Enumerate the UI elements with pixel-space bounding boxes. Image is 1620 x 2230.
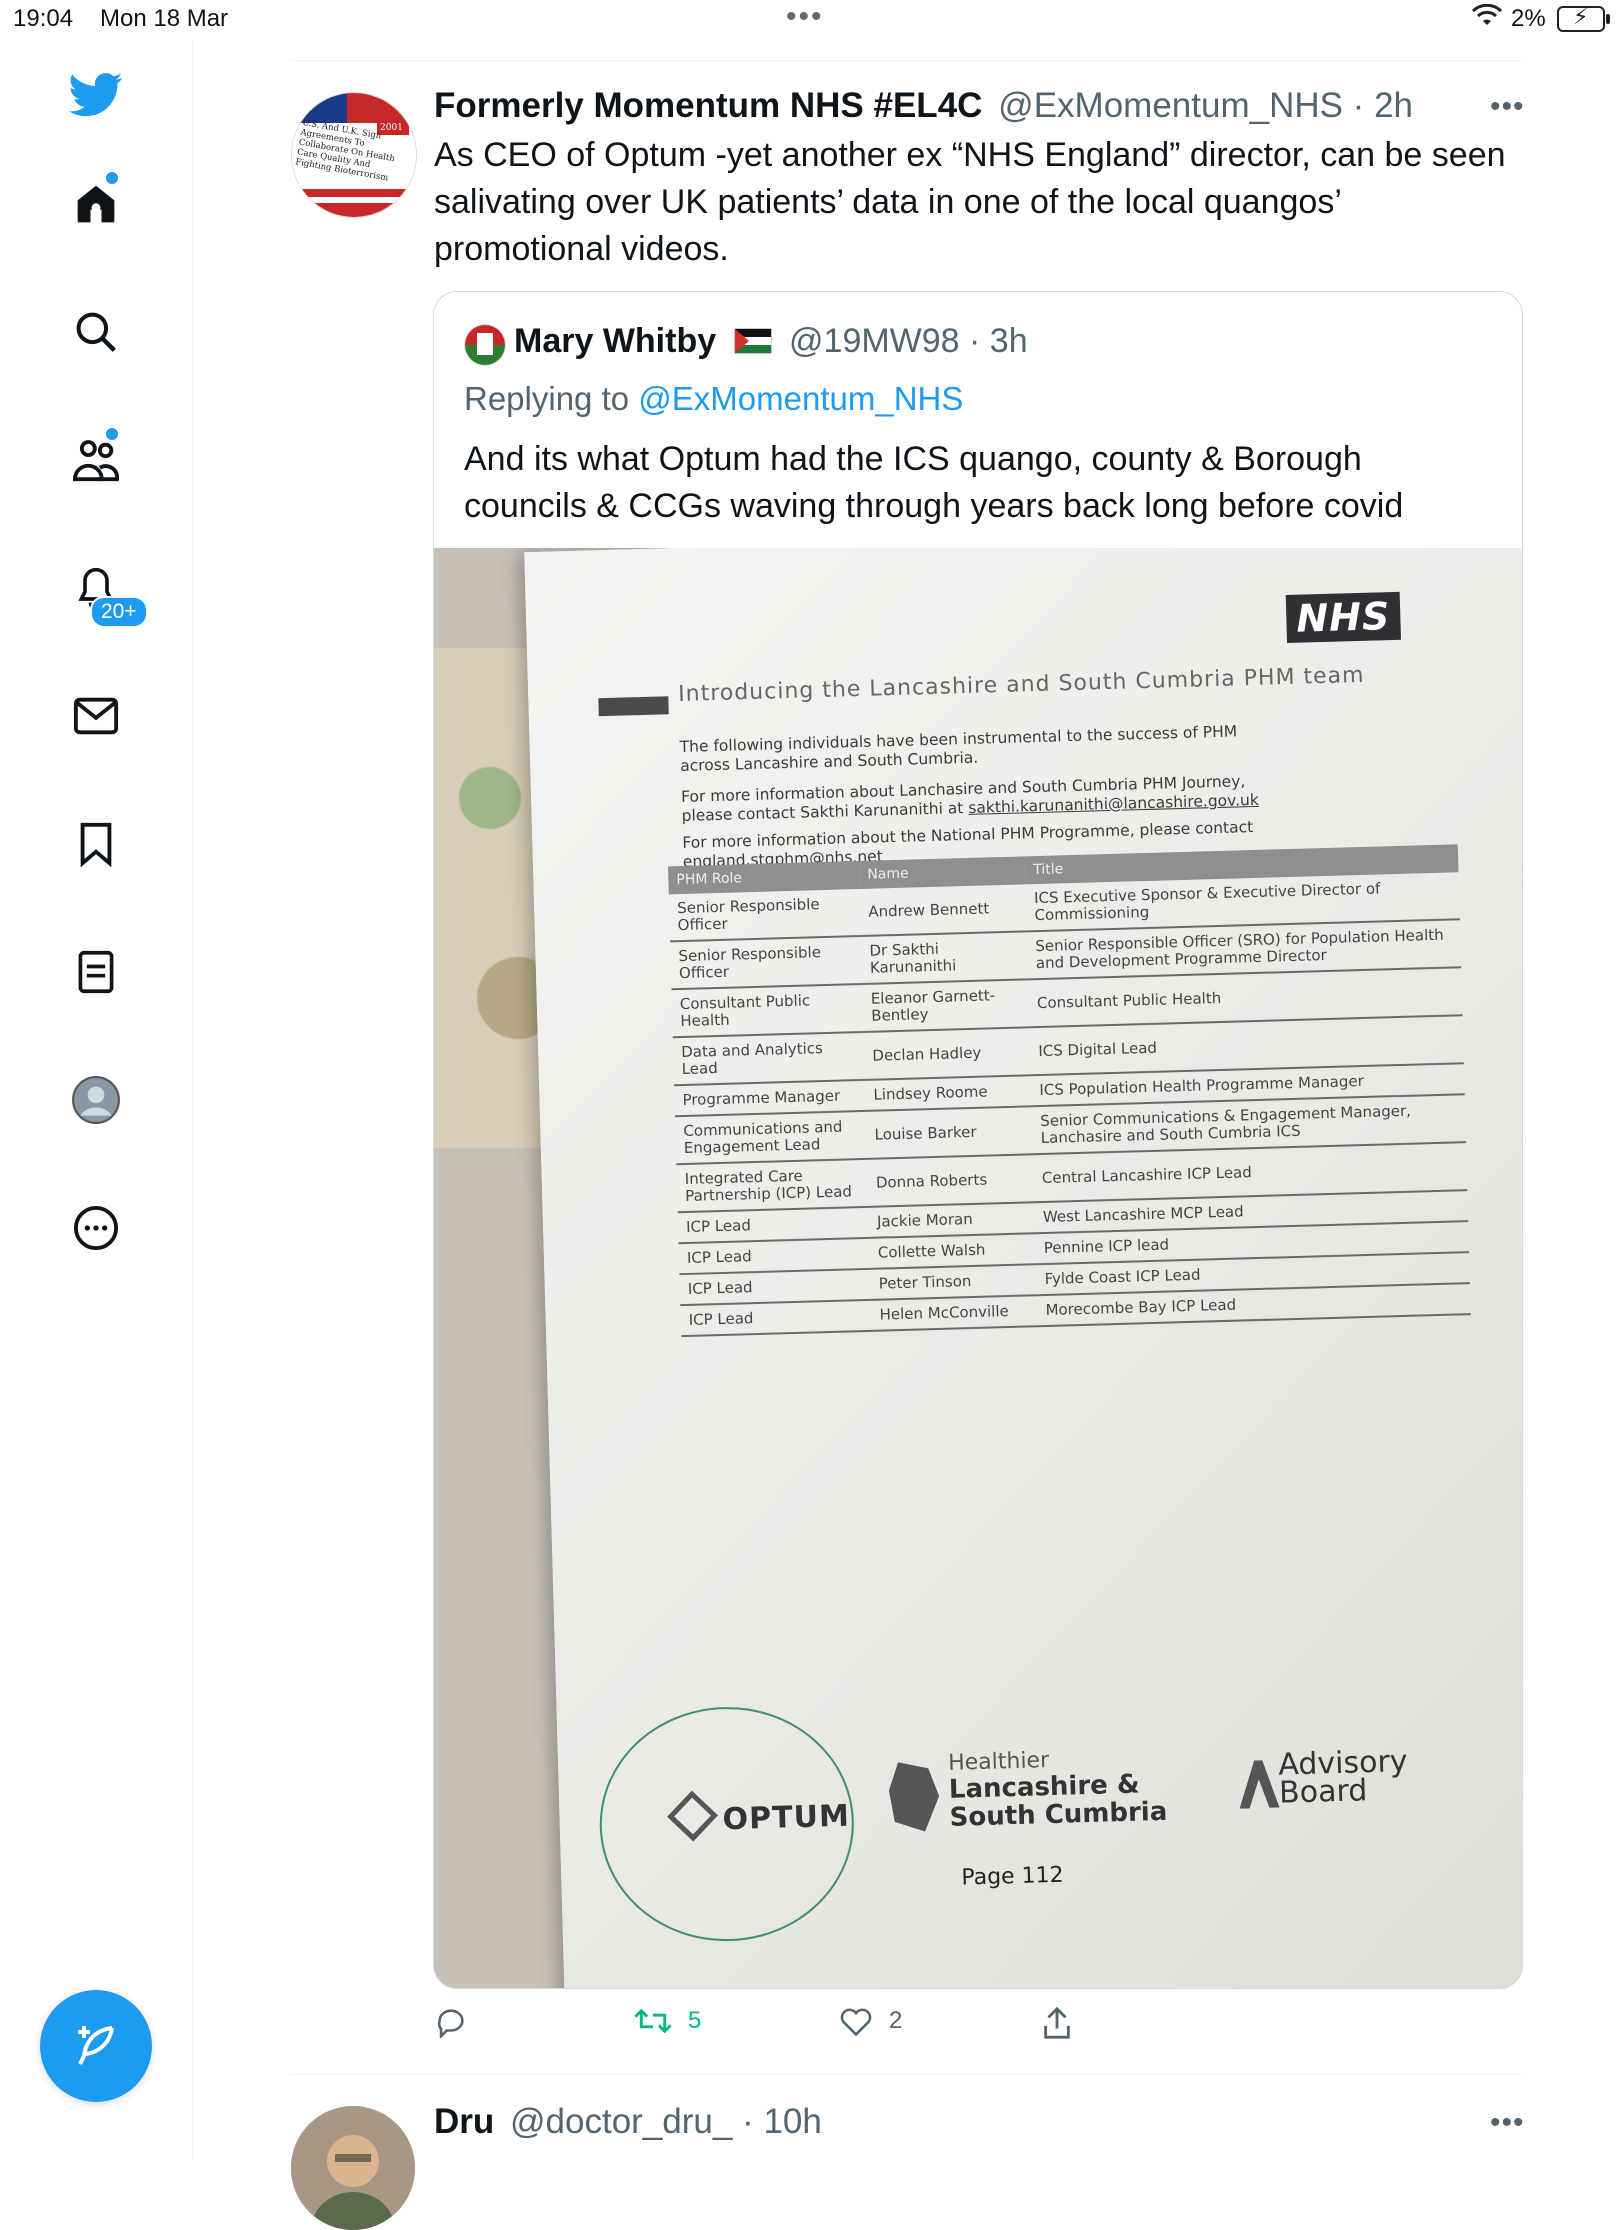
- optum-logo: OPTUM: [667, 1790, 851, 1842]
- table-cell: ICP Lead: [680, 1299, 873, 1337]
- sidebar: 20+: [0, 40, 193, 2160]
- avatar[interactable]: 2001 U.S. And U.K. Sign Agreements To Co…: [291, 92, 417, 218]
- communities-unread-dot: [104, 426, 120, 442]
- document-logos: OPTUM Healthier Lancashire & South Cumbr…: [557, 1703, 1522, 1945]
- table-cell: Helen McConville: [871, 1295, 1039, 1331]
- table-cell: Senior Responsible Officer: [670, 935, 863, 990]
- nhs-logo: NHS: [1285, 591, 1401, 643]
- replying-to-handle[interactable]: @ExMomentum_NHS: [638, 380, 963, 417]
- author-name[interactable]: Dru: [434, 2102, 494, 2141]
- advisory-logo-line-2: Board: [1278, 1773, 1368, 1811]
- doc-paragraph-2: For more information about Lanchasire an…: [681, 771, 1302, 826]
- status-bar: 19:04 Mon 18 Mar ••• 2% ⚡: [0, 0, 1620, 40]
- page-number: Page 112: [961, 1862, 1064, 1891]
- tweet-more-icon[interactable]: •••: [1490, 90, 1525, 124]
- phm-roles-table: PHM Role Name Title Senior Responsible O…: [668, 844, 1471, 1337]
- tweet-text: As CEO of Optum -yet another ex “NHS Eng…: [434, 136, 1506, 268]
- hlsc-logo: Healthier Lancashire & South Cumbria: [948, 1745, 1168, 1833]
- table-cell: Louise Barker: [865, 1106, 1034, 1159]
- quote-avatar: [464, 324, 506, 366]
- feed-divider: [290, 60, 1522, 61]
- tweet-header: Dru @doctor_dru_ · 10h: [434, 2102, 822, 2142]
- table-cell: Lindsey Roome: [865, 1075, 1032, 1111]
- table-cell: Dr Sakthi Karunanithi: [861, 931, 1029, 984]
- tweet-header: Formerly Momentum NHS #EL4C @ExMomentum_…: [434, 86, 1413, 126]
- palestine-flag-icon: [733, 328, 772, 354]
- tweet-more-icon[interactable]: •••: [1490, 2106, 1525, 2140]
- compose-feather-icon: [78, 2026, 114, 2065]
- table-cell: Peter Tinson: [870, 1264, 1038, 1300]
- reply-button[interactable]: [434, 2006, 484, 2038]
- notifications-badge: 20+: [90, 596, 148, 628]
- share-button[interactable]: [1042, 2006, 1072, 2040]
- twitter-logo-icon[interactable]: [68, 67, 124, 123]
- optum-logo-text: OPTUM: [722, 1798, 851, 1838]
- status-time: 19:04: [13, 5, 74, 32]
- battery-charging-icon: ⚡: [1557, 4, 1610, 32]
- more-icon[interactable]: [68, 1200, 124, 1256]
- reply-icon: [437, 2009, 464, 2038]
- author-handle-time[interactable]: @doctor_dru_ · 10h: [510, 2102, 822, 2141]
- advisory-board-mark-icon: [1238, 1760, 1279, 1809]
- table-cell: Declan Hadley: [863, 1027, 1032, 1080]
- table-cell: Jackie Moran: [868, 1202, 1036, 1238]
- quote-text: And its what Optum had the ICS quango, c…: [464, 440, 1404, 525]
- quote-replying-to: Replying to @ExMomentum_NHS: [464, 380, 963, 418]
- table-cell: Integrated Care Partnership (ICP) Lead: [676, 1158, 869, 1213]
- table-cell: Data and Analytics Lead: [672, 1031, 866, 1086]
- search-icon[interactable]: [68, 304, 124, 360]
- author-name[interactable]: Formerly Momentum NHS #EL4C: [434, 86, 982, 125]
- quote-header: Mary Whitby @19MW98 · 3h: [514, 322, 1028, 361]
- quote-author-name: Mary Whitby: [514, 322, 717, 360]
- profile-icon[interactable]: [68, 1072, 124, 1128]
- advisory-board-logo: Advisory Board: [1278, 1744, 1409, 1811]
- doc-paragraph-1: The following individuals have been inst…: [679, 722, 1238, 775]
- document-title: Introducing the Lancashire and South Cum…: [677, 662, 1365, 707]
- quote-author-handle-time: @19MW98 · 3h: [789, 322, 1028, 360]
- lancashire-map-icon: [888, 1761, 940, 1832]
- retweet-count: 5: [688, 2007, 702, 2034]
- heart-icon: [840, 2008, 872, 2036]
- multitasking-dots-icon[interactable]: •••: [786, 0, 824, 34]
- compose-button[interactable]: [40, 1990, 152, 2102]
- lists-icon[interactable]: [68, 944, 124, 1000]
- quoted-tweet[interactable]: Mary Whitby @19MW98 · 3h Replying to @Ex…: [433, 291, 1523, 1989]
- retweet-icon: [634, 2008, 672, 2034]
- like-count: 2: [889, 2007, 903, 2034]
- author-handle-time[interactable]: @ExMomentum_NHS · 2h: [998, 86, 1413, 125]
- share-icon: [1044, 2006, 1070, 2039]
- table-cell: Andrew Bennett: [859, 884, 1027, 936]
- home-unread-dot: [104, 170, 120, 186]
- bookmarks-icon[interactable]: [68, 816, 124, 872]
- table-cell: Collette Walsh: [869, 1233, 1037, 1269]
- wifi-icon: [1471, 3, 1503, 35]
- table-cell: Eleanor Garnett-Bentley: [862, 979, 1030, 1032]
- battery-percent: 2%: [1511, 5, 1546, 32]
- table-cell: Senior Responsible Officer: [668, 889, 862, 942]
- avatar[interactable]: [291, 2106, 415, 2230]
- retweet-button[interactable]: 5: [634, 2006, 701, 2036]
- tweet-actions: 5 2: [434, 2006, 1524, 2046]
- document-page: NHS Introducing the Lancashire and South…: [524, 548, 1522, 1988]
- status-date: Mon 18 Mar: [100, 5, 229, 32]
- hlsc-logo-line-3: South Cumbria: [949, 1796, 1168, 1833]
- title-bar: [598, 696, 669, 717]
- like-button[interactable]: 2: [839, 2006, 902, 2036]
- quote-photo[interactable]: NHS Introducing the Lancashire and South…: [434, 548, 1522, 1988]
- tweet-divider: [290, 2074, 1522, 2075]
- replying-to-prefix: Replying to: [464, 380, 630, 417]
- messages-icon[interactable]: [68, 688, 124, 744]
- table-cell: Communications and Engagement Lead: [675, 1110, 868, 1165]
- optum-mark-icon: [667, 1790, 718, 1842]
- table-cell: Consultant Public Health: [671, 983, 864, 1038]
- table-cell: Donna Roberts: [867, 1154, 1035, 1207]
- avatar-photo: [291, 2106, 415, 2230]
